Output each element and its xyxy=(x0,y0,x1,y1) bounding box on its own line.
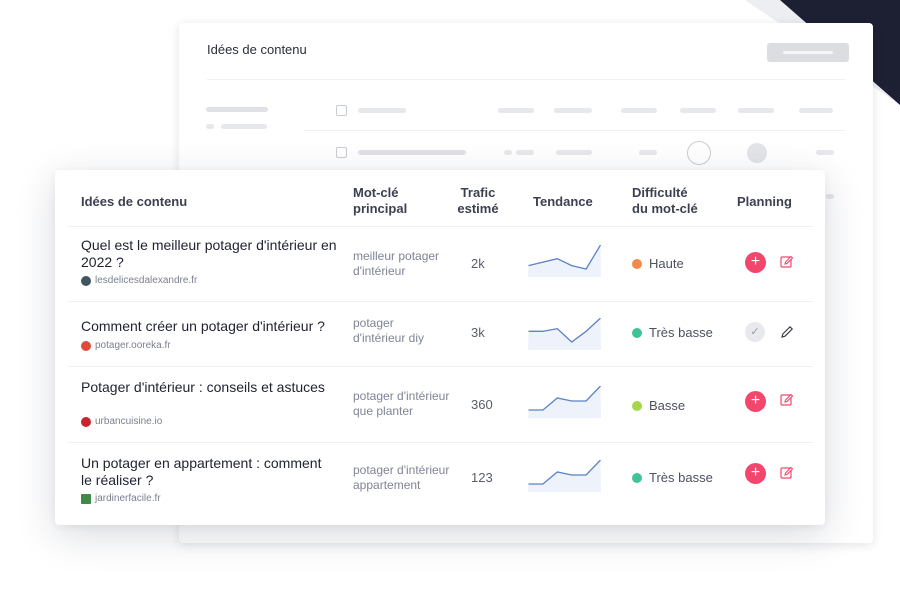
main-keyword: potager d'intérieur appartement xyxy=(353,463,450,492)
placeholder-bar xyxy=(639,150,657,155)
estimated-traffic: 360 xyxy=(471,397,493,412)
source-domain: urbancuisine.io xyxy=(95,416,163,427)
site-favicon-icon xyxy=(81,275,91,286)
idea-source[interactable]: urbancuisine.io xyxy=(81,416,162,427)
placeholder-bar xyxy=(498,108,534,113)
difficulty-dot xyxy=(632,327,642,338)
trend-sparkline xyxy=(528,318,601,350)
source-domain: jardinerfacile.fr xyxy=(95,493,161,504)
header-planning: Planning xyxy=(737,194,792,209)
idea-title[interactable]: Comment créer un potager d'intérieur ? xyxy=(81,318,361,335)
pencil-icon[interactable] xyxy=(780,325,794,339)
header-main-keyword: Mot-clé principal xyxy=(353,185,408,216)
source-domain: lesdelicesdalexandre.fr xyxy=(95,275,198,286)
placeholder-icon xyxy=(206,124,214,129)
table-row[interactable]: Potager d'intérieur : conseils et astuce… xyxy=(55,367,825,442)
placeholder-circle xyxy=(747,143,767,163)
estimated-traffic: 123 xyxy=(471,470,493,485)
header-content-ideas: Idées de contenu xyxy=(81,194,188,209)
placeholder-circle xyxy=(687,141,711,165)
placeholder-checkbox[interactable] xyxy=(336,147,347,158)
background-action-button[interactable] xyxy=(767,43,849,62)
placeholder-bar xyxy=(799,108,833,113)
trend-sparkline xyxy=(528,460,601,492)
idea-title[interactable]: Potager d'intérieur : conseils et astuce… xyxy=(81,379,331,396)
difficulty-label: Haute xyxy=(649,256,684,271)
keyword-difficulty: Très basse xyxy=(632,470,713,485)
trend-area xyxy=(528,245,601,277)
planned-check-button[interactable]: ✓ xyxy=(745,322,765,342)
owl-favicon-icon xyxy=(81,340,91,351)
header-keyword-difficulty: Difficulté du mot-clé xyxy=(632,185,698,216)
placeholder-checkbox[interactable] xyxy=(336,105,347,116)
garden-favicon-icon xyxy=(81,493,91,504)
placeholder-bar xyxy=(680,108,716,113)
idea-source[interactable]: jardinerfacile.fr xyxy=(81,493,161,504)
difficulty-label: Très basse xyxy=(649,325,713,340)
difficulty-dot xyxy=(632,258,642,269)
difficulty-label: Très basse xyxy=(649,470,713,485)
divider xyxy=(304,130,845,131)
difficulty-dot xyxy=(632,472,642,483)
table-row[interactable]: Quel est le meilleur potager d'intérieur… xyxy=(55,227,825,301)
edit-icon[interactable] xyxy=(780,255,794,269)
trend-area xyxy=(528,386,601,418)
estimated-traffic: 3k xyxy=(471,325,485,340)
add-to-planning-button[interactable]: + xyxy=(745,463,766,484)
difficulty-label: Basse xyxy=(649,398,686,413)
placeholder-dot xyxy=(504,150,512,155)
main-keyword: potager d'intérieur diy xyxy=(353,316,424,345)
trend-sparkline xyxy=(528,245,601,277)
placeholder-bar xyxy=(206,107,268,112)
idea-title[interactable]: Un potager en appartement : comment le r… xyxy=(81,455,331,489)
main-keyword: meilleur potager d'intérieur xyxy=(353,249,440,278)
divider xyxy=(207,79,845,80)
background-panel-title: Idées de contenu xyxy=(207,42,307,57)
placeholder-bar xyxy=(738,108,774,113)
placeholder-bar xyxy=(358,108,406,113)
idea-source[interactable]: lesdelicesdalexandre.fr xyxy=(81,275,197,286)
trend-area xyxy=(528,318,601,350)
placeholder-bar xyxy=(221,124,267,129)
content-ideas-table: Idées de contenu Mot-clé principal Trafi… xyxy=(55,170,825,525)
table-row[interactable]: Un potager en appartement : comment le r… xyxy=(55,443,825,523)
table-row[interactable]: Comment créer un potager d'intérieur ? p… xyxy=(55,302,825,366)
header-trend: Tendance xyxy=(533,194,593,209)
main-keyword: potager d'intérieur que planter xyxy=(353,389,450,418)
keyword-difficulty: Basse xyxy=(632,398,685,413)
placeholder-bar xyxy=(516,150,534,155)
placeholder-bar xyxy=(554,108,592,113)
difficulty-dot xyxy=(632,400,642,411)
placeholder-bar xyxy=(358,150,466,155)
keyword-difficulty: Très basse xyxy=(632,325,713,340)
placeholder-bar xyxy=(556,150,592,155)
trend-sparkline xyxy=(528,386,601,418)
table-header: Idées de contenu Mot-clé principal Trafi… xyxy=(55,170,825,226)
source-domain: potager.ooreka.fr xyxy=(95,340,171,351)
red-circle-favicon-icon xyxy=(81,416,91,427)
placeholder-bar xyxy=(816,150,834,155)
header-estimated-traffic: Trafic estimé xyxy=(457,185,499,216)
estimated-traffic: 2k xyxy=(471,256,485,271)
idea-title[interactable]: Quel est le meilleur potager d'intérieur… xyxy=(81,237,351,271)
trend-area xyxy=(528,460,601,492)
idea-source[interactable]: potager.ooreka.fr xyxy=(81,340,171,351)
keyword-difficulty: Haute xyxy=(632,256,684,271)
edit-icon[interactable] xyxy=(780,466,794,480)
add-to-planning-button[interactable]: + xyxy=(745,252,766,273)
placeholder-bar xyxy=(621,108,657,113)
placeholder-bar xyxy=(826,194,834,199)
edit-icon[interactable] xyxy=(780,393,794,407)
add-to-planning-button[interactable]: + xyxy=(745,391,766,412)
